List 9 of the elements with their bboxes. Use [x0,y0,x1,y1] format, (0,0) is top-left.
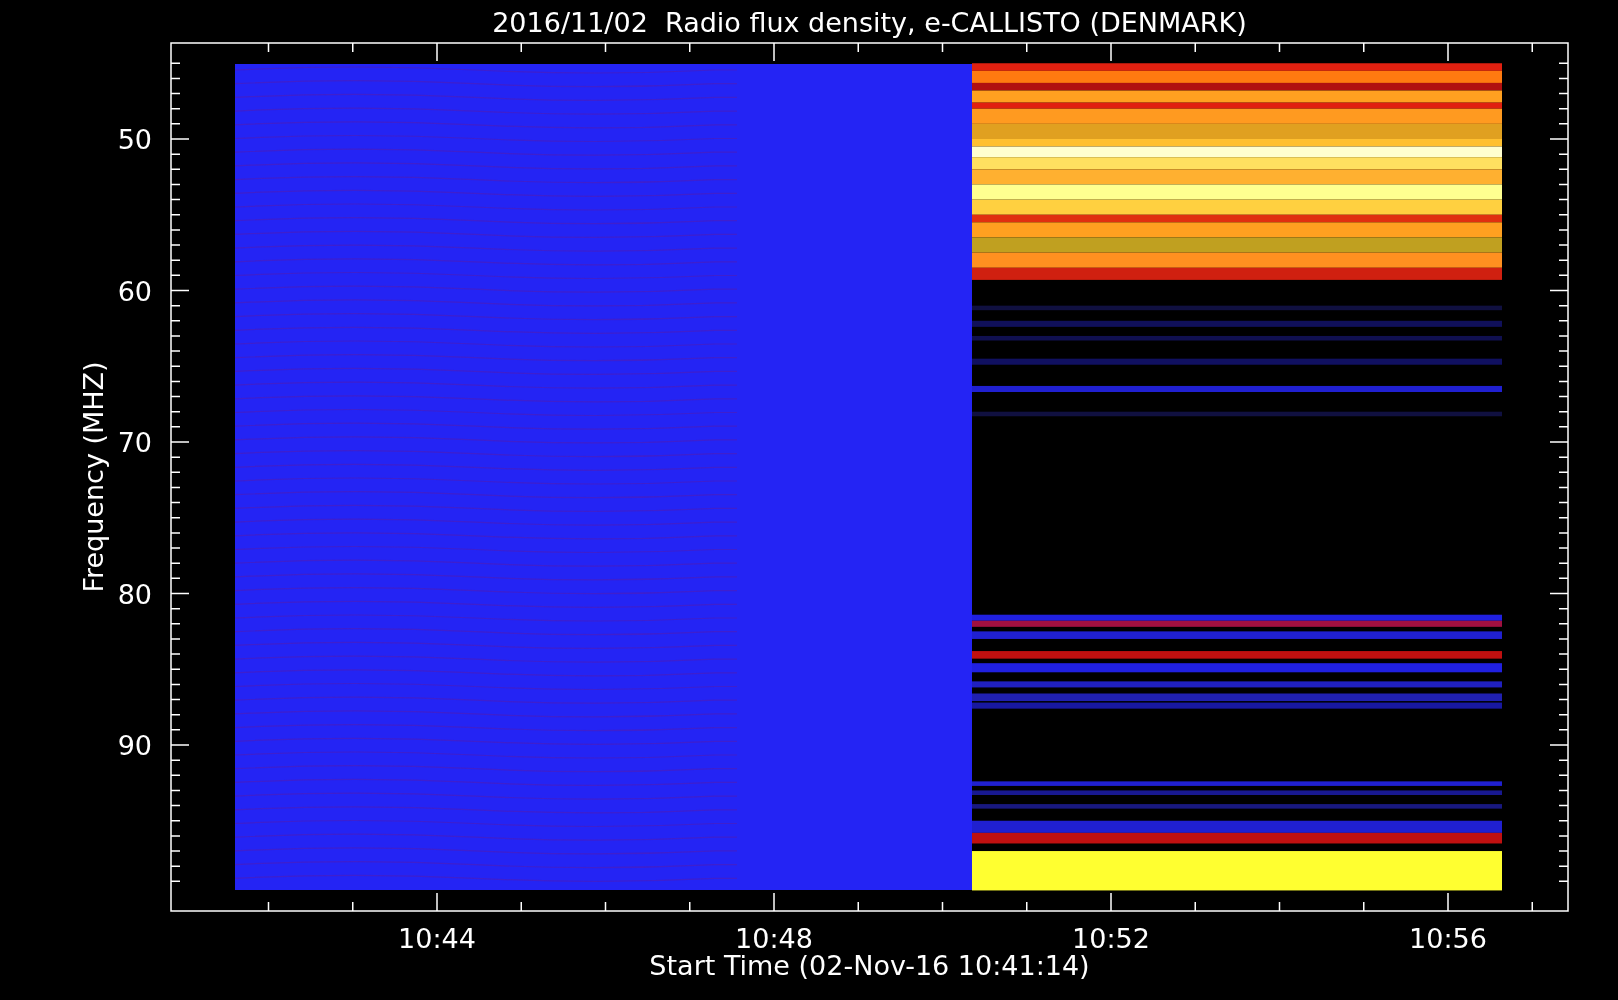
chart-title: 2016/11/02 Radio flux density, e-CALLISTO (DENMARK) [492,7,1247,38]
x-tick-label: 10:56 [1409,923,1487,954]
y-axis-label: Frequency (MHZ) [78,361,109,593]
y-tick-label: 90 [117,730,152,761]
y-tick-label: 80 [117,578,152,610]
y-tick-label: 50 [117,124,152,155]
y-tick-label: 70 [117,427,152,458]
x-tick-label: 10:44 [398,923,476,954]
y-tick-label: 60 [117,275,152,307]
